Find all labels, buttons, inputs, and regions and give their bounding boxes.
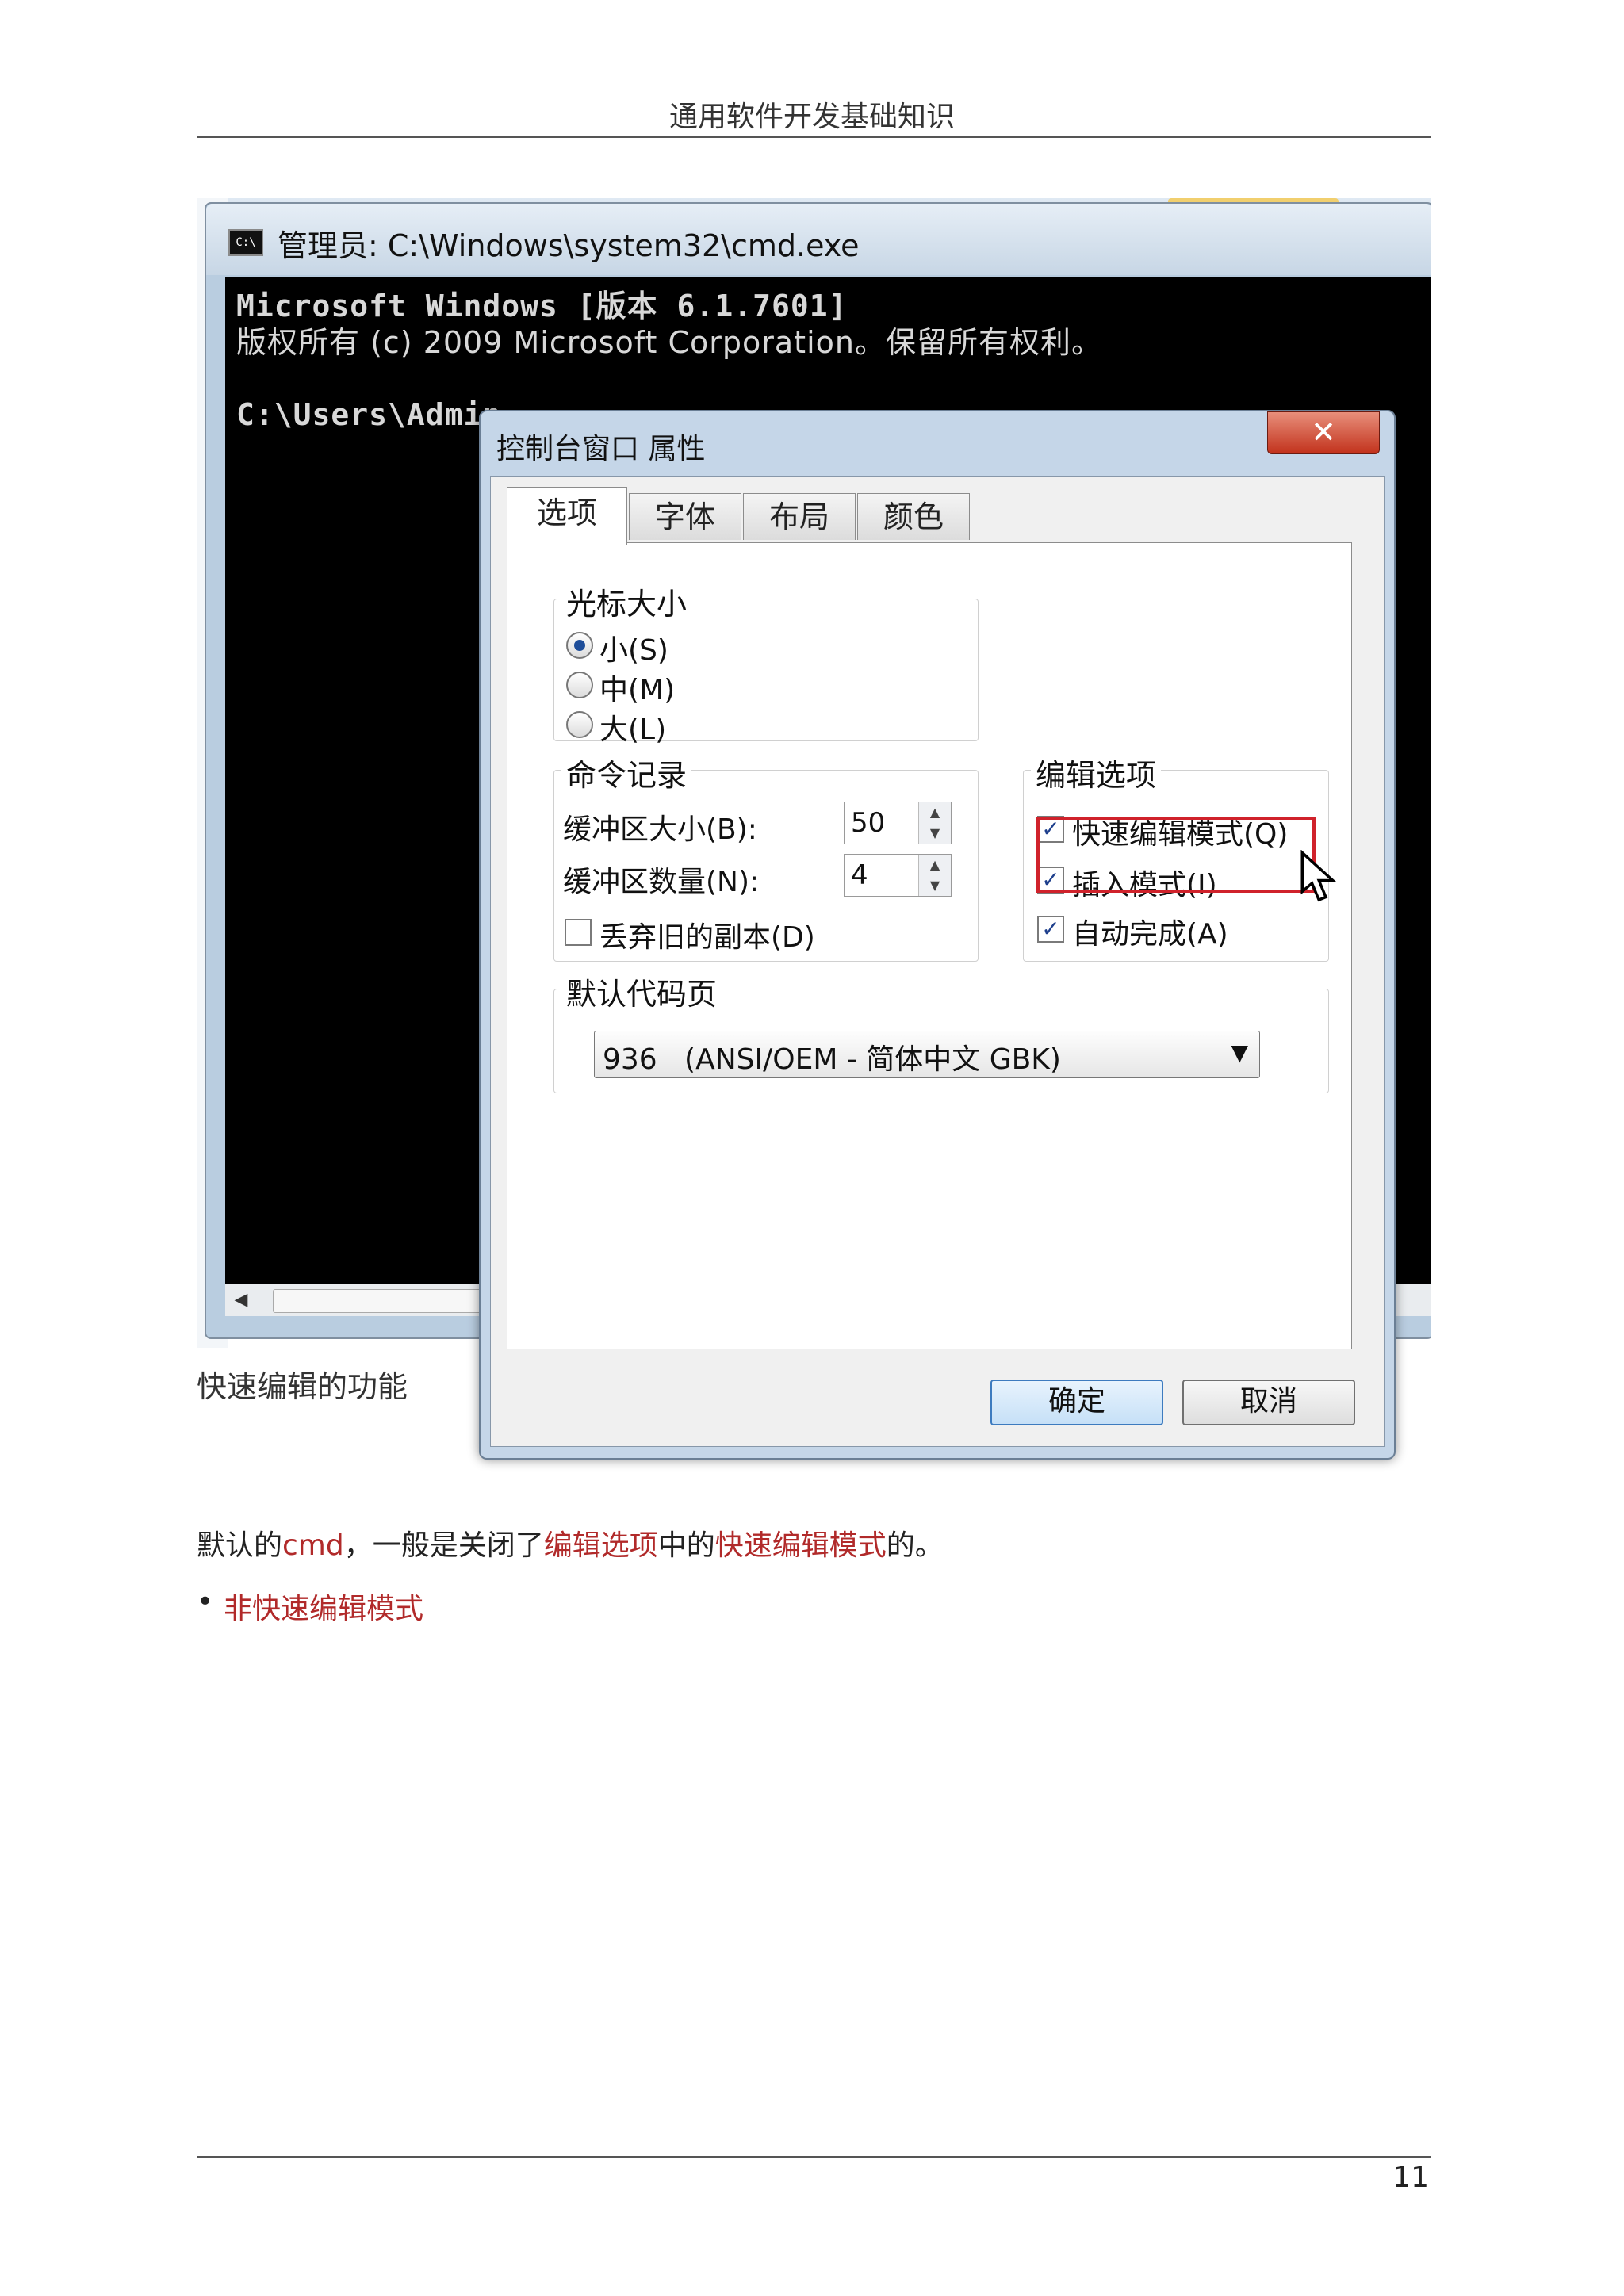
chevron-down-icon[interactable]: ▼ — [1231, 1039, 1248, 1066]
console-line: 版权所有 (c) 2009 Microsoft Corporation。保留所有… — [236, 325, 1102, 360]
text-run-edit-options: 编辑选项 — [543, 1529, 658, 1562]
text-run-quick-edit: 快速编辑模式 — [714, 1529, 887, 1562]
header-rule — [197, 136, 1431, 138]
spin-buttons: ▲ ▼ — [918, 802, 951, 844]
tab-options[interactable]: 选项 — [507, 487, 627, 545]
cmd-app-icon: C:\ — [228, 229, 263, 256]
spin-down-icon[interactable]: ▼ — [919, 823, 951, 844]
options-tab-panel: 光标大小 小(S) 中(M) 大(L) 命令记录 缓冲区大小(B): 50 ▲ … — [507, 542, 1352, 1349]
bullet-item: 非快速编辑模式 — [224, 1593, 424, 1625]
checkbox-label: 自动完成(A) — [1072, 918, 1228, 951]
radio-cursor-small[interactable] — [566, 632, 593, 659]
dialog-title: 控制台窗口 属性 — [496, 433, 706, 465]
buffer-size-value: 50 — [851, 807, 886, 839]
cancel-button[interactable]: 取消 — [1182, 1380, 1355, 1425]
radio-selected-dot — [574, 640, 585, 651]
command-history-legend: 命令记录 — [561, 751, 692, 794]
tab-layout[interactable]: 布局 — [743, 493, 856, 540]
cmd-titlebar[interactable]: C:\ 管理员: C:\Windows\system32\cmd.exe — [206, 204, 1431, 275]
buffer-size-stepper[interactable]: 50 ▲ ▼ — [844, 802, 952, 844]
cursor-size-legend: 光标大小 — [561, 580, 692, 623]
buffer-size-label: 缓冲区大小(B): — [563, 813, 757, 846]
checkbox-label: 丢弃旧的副本(D) — [599, 921, 815, 954]
text-run: 默认的 — [197, 1529, 283, 1562]
auto-complete-checkbox[interactable]: ✓ — [1037, 916, 1064, 943]
code-page-value: 936 (ANSI/OEM - 简体中文 GBK) — [603, 1043, 1061, 1076]
mouse-pointer-icon — [1300, 850, 1337, 902]
spin-up-icon[interactable]: ▲ — [919, 802, 951, 823]
close-button[interactable]: ✕ — [1267, 411, 1380, 454]
radio-cursor-medium[interactable] — [566, 672, 593, 698]
console-properties-dialog: 控制台窗口 属性 ✕ 选项 字体 布局 颜色 光标大小 小(S) 中(M) 大(… — [479, 410, 1396, 1460]
radio-cursor-large[interactable] — [566, 711, 593, 738]
cmd-window-title: 管理员: C:\Windows\system32\cmd.exe — [278, 228, 860, 263]
radio-label: 小(S) — [599, 634, 668, 667]
scroll-left-arrow-icon[interactable]: ◀ — [225, 1284, 257, 1316]
spin-up-icon[interactable]: ▲ — [919, 855, 951, 875]
figure-caption: 快速编辑的功能 — [197, 1369, 408, 1404]
highlight-box — [1036, 817, 1316, 893]
buffer-count-label: 缓冲区数量(N): — [563, 866, 760, 898]
spin-buttons: ▲ ▼ — [918, 855, 951, 896]
dialog-titlebar[interactable]: 控制台窗口 属性 ✕ — [481, 411, 1394, 475]
discard-old-duplicates-checkbox[interactable] — [565, 919, 592, 946]
tab-font[interactable]: 字体 — [629, 493, 741, 540]
radio-label: 中(M) — [599, 674, 676, 706]
tab-colors[interactable]: 颜色 — [857, 493, 970, 540]
dialog-body: 选项 字体 布局 颜色 光标大小 小(S) 中(M) 大(L) 命令记录 缓冲区… — [490, 476, 1385, 1447]
ok-button[interactable]: 确定 — [990, 1380, 1163, 1425]
code-page-select[interactable]: 936 (ANSI/OEM - 简体中文 GBK) ▼ — [594, 1031, 1260, 1078]
page-number: 11 — [1392, 2161, 1429, 2194]
text-run-cmd: cmd — [282, 1529, 344, 1562]
spin-down-icon[interactable]: ▼ — [919, 875, 951, 896]
radio-label: 大(L) — [599, 714, 667, 746]
code-page-legend: 默认代码页 — [561, 970, 722, 1013]
console-line: C:\Users\Admin — [236, 397, 502, 432]
body-paragraph: 默认的cmd，一般是关闭了编辑选项中的快速编辑模式的。 — [197, 1522, 944, 1563]
text-run: ，一般是关闭了 — [343, 1529, 544, 1562]
edit-options-legend: 编辑选项 — [1031, 751, 1162, 794]
footer-rule — [197, 2156, 1431, 2158]
page-header-title: 通用软件开发基础知识 — [668, 101, 955, 133]
bullet-dot: • — [197, 1586, 214, 1618]
buffer-count-value: 4 — [851, 859, 868, 891]
buffer-count-stepper[interactable]: 4 ▲ ▼ — [844, 854, 952, 897]
text-run: 的。 — [886, 1529, 944, 1562]
text-run: 中的 — [657, 1529, 715, 1562]
